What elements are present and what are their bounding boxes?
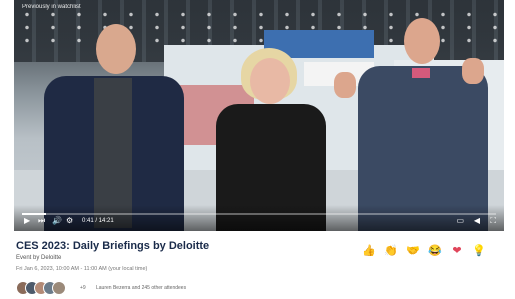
avatar — [52, 281, 66, 295]
volume-icon[interactable]: 🔊 — [52, 216, 62, 226]
event-title[interactable]: CES 2023: Daily Briefings by Deloitte — [16, 240, 209, 252]
like-icon[interactable]: 👍 — [362, 244, 376, 258]
attendee-text: Lauren Bezerra and 245 other attendees — [96, 285, 187, 291]
reaction-bar: 👍 👏 🤝 😂 ❤ 💡 — [362, 244, 512, 260]
funny-icon[interactable]: 😂 — [428, 244, 442, 258]
person-right — [334, 10, 504, 231]
event-host[interactable]: Event by Deloitte — [16, 255, 61, 261]
fullscreen-icon[interactable]: ⛶ — [490, 216, 496, 226]
attendee-count: +9 — [80, 285, 86, 291]
video-overlay-caption: Previously in watchlist — [22, 4, 81, 10]
face — [404, 18, 440, 64]
settings-icon[interactable]: ⚙ — [66, 216, 73, 226]
hand-right — [462, 58, 484, 84]
person-center — [194, 48, 344, 231]
player-controls: ▶ ⏭ 🔊 ⚙ 0:41 / 14:21 ▭ ◀ ⛶ — [14, 205, 504, 231]
bow-tie — [412, 68, 430, 78]
captions-icon[interactable]: ▭ — [456, 216, 464, 226]
face — [250, 58, 290, 104]
person-left — [34, 18, 184, 231]
video-player[interactable]: Previously in watchlist ▶ ⏭ 🔊 ⚙ 0:41 / 1… — [14, 0, 504, 231]
play-icon[interactable]: ▶ — [24, 216, 30, 226]
insightful-icon[interactable]: 💡 — [472, 244, 486, 258]
celebrate-icon[interactable]: 👏 — [384, 244, 398, 258]
face — [96, 24, 136, 74]
event-datetime: Fri Jan 6, 2023, 10:00 AM - 11:00 AM (yo… — [16, 266, 148, 272]
progress-fill — [22, 213, 46, 215]
hand-left — [334, 72, 356, 98]
audio-icon[interactable]: ◀ — [474, 216, 480, 226]
next-icon[interactable]: ⏭ — [38, 216, 45, 226]
love-icon[interactable]: ❤ — [450, 244, 464, 258]
time-display: 0:41 / 14:21 — [82, 218, 114, 224]
progress-bar[interactable] — [22, 213, 496, 215]
support-icon[interactable]: 🤝 — [406, 244, 420, 258]
